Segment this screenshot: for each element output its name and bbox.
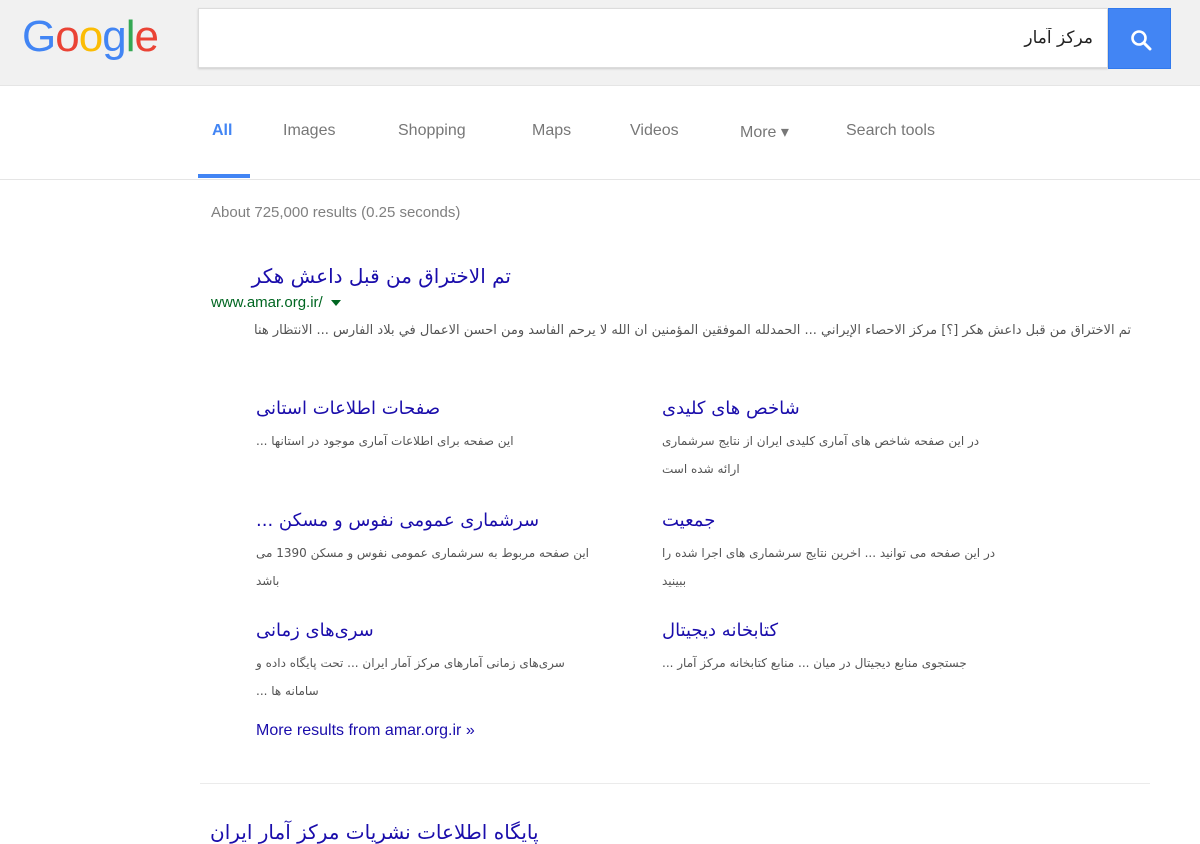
- sitelink-snippet: جستجوی منابع دیجیتال در میان ... منابع ک…: [662, 656, 967, 670]
- logo-letter: o: [55, 12, 80, 61]
- result-snippet: تم الاختراق من قبل داعش هکر [؟] مرکز الا…: [254, 323, 1131, 338]
- sitelink-snippet: سری‌های زمانی آمارهای مرکز آمار ایران ..…: [256, 656, 565, 698]
- search-icon: [1131, 30, 1152, 51]
- header-bar: Google: [0, 0, 1200, 86]
- sitelink: سری‌های زمانی سری‌های زمانی آمارهای مرکز…: [256, 620, 616, 705]
- result-url-text: www.amar.org.ir/: [211, 294, 323, 311]
- tab-maps[interactable]: Maps: [532, 122, 571, 140]
- search-box[interactable]: [198, 8, 1108, 68]
- logo-letter: e: [134, 12, 159, 61]
- sitelink-snippet: در این صفحه می توانید ... اخرین نتایج سر…: [662, 546, 996, 588]
- sitelink-title-link[interactable]: جمعیت: [662, 510, 1022, 531]
- sitelink-title-link[interactable]: صفحات اطلاعات استانی: [256, 398, 616, 419]
- tab-all[interactable]: All: [212, 122, 232, 140]
- tab-shopping[interactable]: Shopping: [398, 122, 466, 140]
- sitelink-title-link[interactable]: سرشماری عمومی نفوس و مسکن ...: [256, 510, 616, 531]
- more-results-link[interactable]: More results from amar.org.ir »: [256, 722, 475, 740]
- logo-letter: g: [102, 12, 127, 61]
- active-tab-indicator: [198, 174, 250, 178]
- sitelink: کتابخانه دیجیتال جستجوی منابع دیجیتال در…: [662, 620, 1022, 677]
- search-result: تم الاختراق من قبل داعش هكر www.amar.org…: [211, 264, 1131, 374]
- sitelink-title-link[interactable]: سری‌های زمانی: [256, 620, 616, 641]
- result-title-link[interactable]: پایگاه اطلاعات نشریات مرکز آمار ایران: [210, 820, 539, 844]
- sitelink: صفحات اطلاعات استانی این صفحه برای اطلاع…: [256, 398, 616, 455]
- sitelink-snippet: در این صفحه شاخص های آماری کلیدی ایران ا…: [662, 434, 980, 476]
- sitelink: شاخص های کلیدی در این صفحه شاخص های آمار…: [662, 398, 1022, 483]
- sitelink: سرشماری عمومی نفوس و مسکن ... این صفحه م…: [256, 510, 616, 595]
- tab-search-tools[interactable]: Search tools: [846, 122, 935, 140]
- result-stats: About 725,000 results (0.25 seconds): [211, 204, 461, 221]
- tab-videos[interactable]: Videos: [630, 122, 679, 140]
- more-results-label: More results from amar.org.ir »: [256, 722, 475, 739]
- logo-letter: l: [125, 12, 136, 61]
- sitelink-snippet: این صفحه مربوط به سرشماری عمومی نفوس و م…: [256, 546, 590, 588]
- sitelink-title-link[interactable]: کتابخانه دیجیتال: [662, 620, 1022, 641]
- sitelink-snippet: این صفحه برای اطلاعات آماری موجود در است…: [256, 434, 514, 448]
- tab-more[interactable]: More ▾: [740, 122, 789, 142]
- google-logo[interactable]: Google: [22, 12, 159, 62]
- search-button[interactable]: [1108, 8, 1171, 69]
- logo-letter: o: [78, 12, 104, 61]
- result-url: www.amar.org.ir/: [211, 294, 341, 311]
- search-tabs: All Images Shopping Maps Videos More ▾ S…: [0, 86, 1200, 180]
- url-dropdown-arrow-icon[interactable]: [330, 300, 341, 307]
- sitelink: جمعیت در این صفحه می توانید ... اخرین نت…: [662, 510, 1022, 595]
- tab-images[interactable]: Images: [283, 122, 335, 140]
- sitelink-title-link[interactable]: شاخص های کلیدی: [662, 398, 1022, 419]
- result-title-link[interactable]: تم الاختراق من قبل داعش هكر: [252, 264, 511, 288]
- search-input[interactable]: [199, 9, 1107, 67]
- divider: [200, 783, 1150, 784]
- logo-letter: G: [22, 12, 56, 61]
